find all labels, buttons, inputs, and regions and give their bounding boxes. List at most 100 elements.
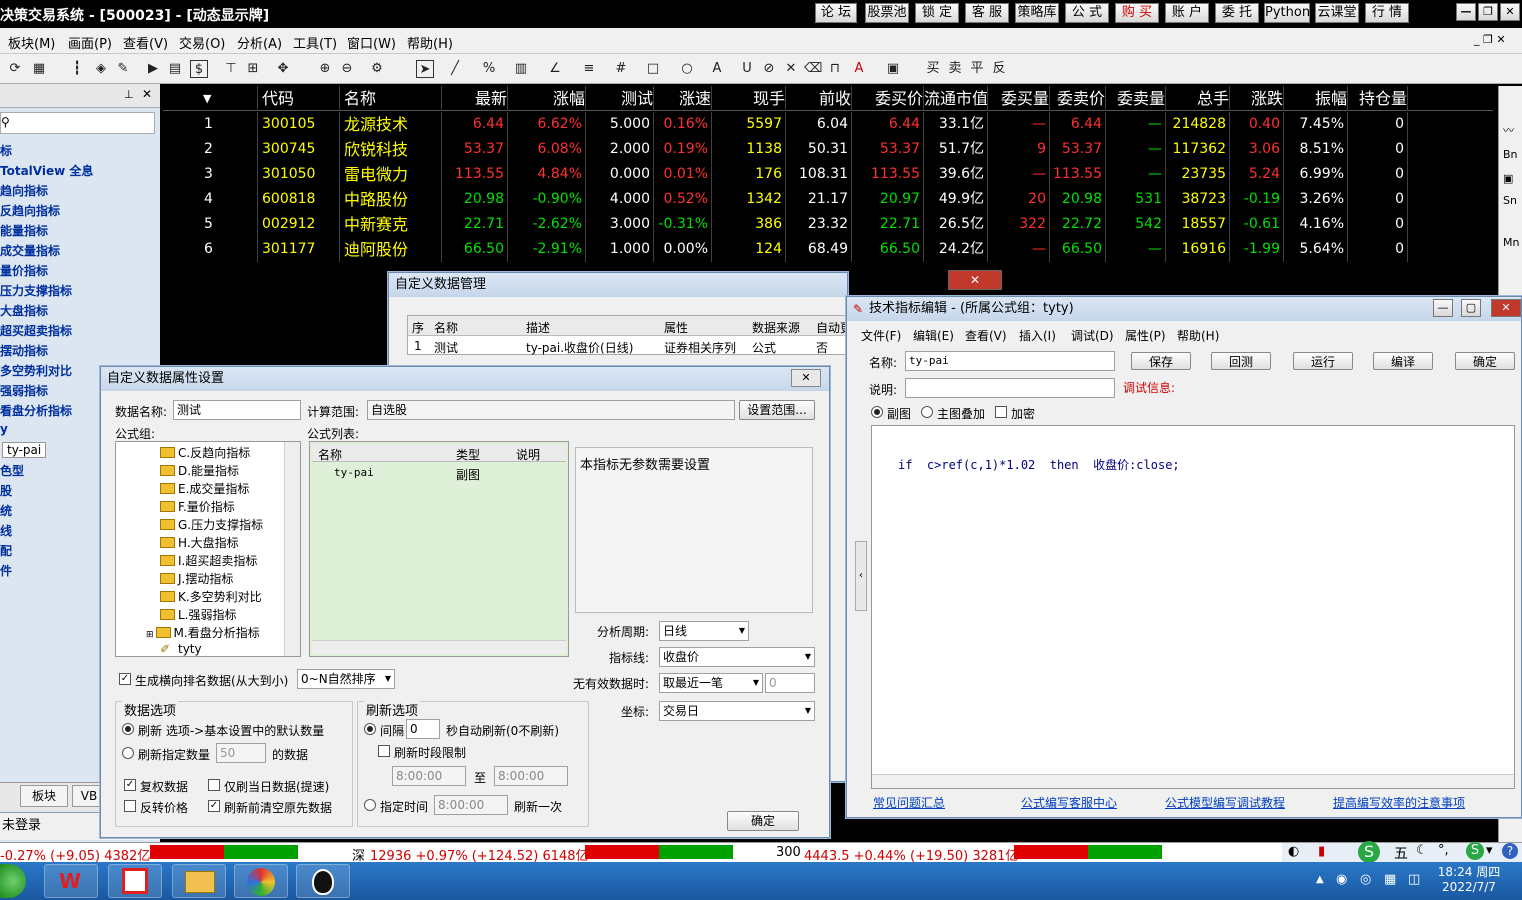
menu-tools[interactable]: 工具(T): [293, 33, 337, 52]
fib-icon[interactable]: ≡: [580, 60, 598, 78]
col-header[interactable]: 描述: [526, 319, 550, 336]
tree-node[interactable]: C.反趋向指标: [160, 444, 250, 461]
strategy-button[interactable]: 策略库: [1015, 3, 1059, 23]
refresh-count-input[interactable]: 50: [216, 743, 266, 763]
editor-menu-props[interactable]: 属性(P): [1125, 327, 1166, 344]
menu-view[interactable]: 查看(V): [123, 33, 168, 52]
tree-item[interactable]: 强弱指标: [0, 382, 48, 399]
tray-expand-icon[interactable]: ▲: [1316, 874, 1324, 885]
edit-icon[interactable]: ✎: [114, 60, 132, 78]
font-color-icon[interactable]: A: [850, 60, 868, 78]
tree-item[interactable]: 配: [0, 542, 12, 559]
order-button[interactable]: 委 托: [1215, 3, 1259, 23]
pin-icon[interactable]: ⊥: [124, 88, 134, 101]
save-icon[interactable]: ▣: [884, 60, 902, 78]
tree-item[interactable]: 看盘分析指标: [0, 402, 72, 419]
col-header[interactable]: 委买价: [852, 86, 924, 111]
reverse-icon[interactable]: 反: [990, 60, 1008, 78]
col-header[interactable]: 振幅: [1284, 86, 1348, 111]
tab-block[interactable]: 板块: [20, 785, 68, 807]
angle-icon[interactable]: ∠: [546, 60, 564, 78]
col-header[interactable]: 涨跌: [1230, 86, 1284, 111]
text-icon[interactable]: A: [708, 60, 726, 78]
table-row[interactable]: 5 002912 中新赛克 22.71 -2.62% 3.000 -0.31% 386 23.3…: [163, 212, 1493, 237]
sn-icon[interactable]: Sn: [1503, 194, 1517, 207]
clear-before-checkbox[interactable]: ✓: [208, 800, 220, 812]
encrypt-checkbox[interactable]: [995, 406, 1007, 418]
zoom-in-icon[interactable]: ⊕: [316, 60, 334, 78]
support-link[interactable]: 公式编写客服中心: [1021, 794, 1117, 811]
period-select[interactable]: 日线: [659, 621, 749, 641]
rank-select[interactable]: 0~N自然排序: [297, 669, 395, 689]
ime-arrow-icon[interactable]: ▾: [1486, 843, 1493, 858]
trash-icon[interactable]: ⌫: [804, 60, 822, 78]
compile-button[interactable]: 编译: [1373, 352, 1433, 370]
set-range-button[interactable]: 设置范围...: [739, 400, 815, 420]
code-editor[interactable]: if c>ref(c,1)*1.02 then 收盘价:close;: [871, 425, 1515, 789]
tree-item[interactable]: 趋向指标: [0, 182, 48, 199]
start-icon[interactable]: [0, 864, 26, 898]
col-header[interactable]: 说明: [516, 446, 540, 463]
tree-item[interactable]: 量价指标: [0, 262, 48, 279]
candle-icon[interactable]: ┇: [68, 60, 86, 78]
time-to-input[interactable]: 8:00:00: [494, 766, 568, 786]
close-icon[interactable]: ✕: [1500, 3, 1520, 21]
data-name-input[interactable]: 测试: [173, 400, 301, 420]
tray-icon-2[interactable]: ◎: [1360, 872, 1371, 887]
reverse-checkbox[interactable]: [124, 800, 136, 812]
menu-block[interactable]: 板块(M): [8, 33, 55, 52]
tree-node[interactable]: ✐ tyty: [160, 642, 202, 656]
tree-scrollbar[interactable]: [284, 442, 300, 656]
link-icon[interactable]: ⊘: [760, 60, 778, 78]
tree-item[interactable]: 成交量指标: [0, 242, 60, 259]
col-header[interactable]: 现手: [712, 86, 786, 111]
run-button[interactable]: 运行: [1293, 352, 1353, 370]
tree-item[interactable]: 统: [0, 502, 12, 519]
specified-time-input[interactable]: 8:00:00: [434, 795, 508, 815]
qq-task-icon[interactable]: [296, 864, 350, 898]
efficiency-link[interactable]: 提高编写效率的注意事项: [1333, 794, 1465, 811]
tree-node[interactable]: E.成交量指标: [160, 480, 249, 497]
col-header[interactable]: 委卖价: [1050, 86, 1106, 111]
refresh-count-radio[interactable]: [122, 747, 134, 759]
fuquan-checkbox[interactable]: ✓: [124, 779, 136, 791]
faq-link[interactable]: 常见问题汇总: [873, 794, 945, 811]
clock[interactable]: 18:24 周四 2022/7/7: [1434, 865, 1504, 897]
tree-item[interactable]: 色型: [0, 462, 24, 479]
diamond-icon[interactable]: ◈: [92, 60, 110, 78]
hash-icon[interactable]: #: [612, 60, 630, 78]
minimize-icon[interactable]: —: [1456, 3, 1476, 21]
expand-icon[interactable]: ⊞: [146, 630, 154, 640]
table-row[interactable]: 1 300105 龙源技术 6.44 6.62% 5.000 0.16% 5597 6.04 6.…: [163, 112, 1493, 137]
line-select[interactable]: 收盘价: [659, 647, 815, 667]
magnet-icon[interactable]: U: [738, 60, 756, 78]
dot-icon[interactable]: °,: [1438, 843, 1449, 858]
editor-menu-debug[interactable]: 调试(D): [1071, 327, 1114, 344]
doc-icon[interactable]: ▤: [166, 60, 184, 78]
tree-item[interactable]: 股: [0, 482, 12, 499]
ok-button[interactable]: 确定: [727, 811, 799, 831]
gear-icon[interactable]: ⚙: [368, 60, 386, 78]
menu-help[interactable]: 帮助(H): [407, 33, 453, 52]
browser-task-icon[interactable]: [234, 864, 288, 898]
lock-button[interactable]: 锁 定: [915, 3, 959, 23]
col-header[interactable]: 属性: [664, 319, 688, 336]
sell-icon[interactable]: 卖: [946, 60, 964, 78]
editor-name-input[interactable]: ty-pai: [905, 351, 1115, 371]
editor-maximize-icon[interactable]: ▢: [1461, 299, 1481, 317]
tree-item[interactable]: 反趋向指标: [0, 202, 60, 219]
tree-node[interactable]: H.大盘指标: [160, 534, 239, 551]
editor-close-icon[interactable]: ✕: [1491, 299, 1521, 317]
ruler-icon[interactable]: ▥: [512, 60, 530, 78]
tree-node[interactable]: G.压力支撑指标: [160, 516, 263, 533]
dollar-icon[interactable]: $: [190, 60, 208, 78]
tree-node[interactable]: J.摆动指标: [160, 570, 233, 587]
list-item[interactable]: ty-pai 副图: [312, 464, 566, 482]
col-header[interactable]: 总手: [1166, 86, 1230, 111]
custom-data-manager-close-icon[interactable]: ✕: [948, 270, 1002, 290]
window-icon[interactable]: ▣: [1503, 172, 1513, 185]
coord-select[interactable]: 交易日: [659, 701, 815, 721]
tree-item[interactable]: 超买超卖指标: [0, 322, 72, 339]
refresh-default-radio[interactable]: [122, 723, 134, 735]
time-limit-checkbox[interactable]: [378, 745, 390, 757]
